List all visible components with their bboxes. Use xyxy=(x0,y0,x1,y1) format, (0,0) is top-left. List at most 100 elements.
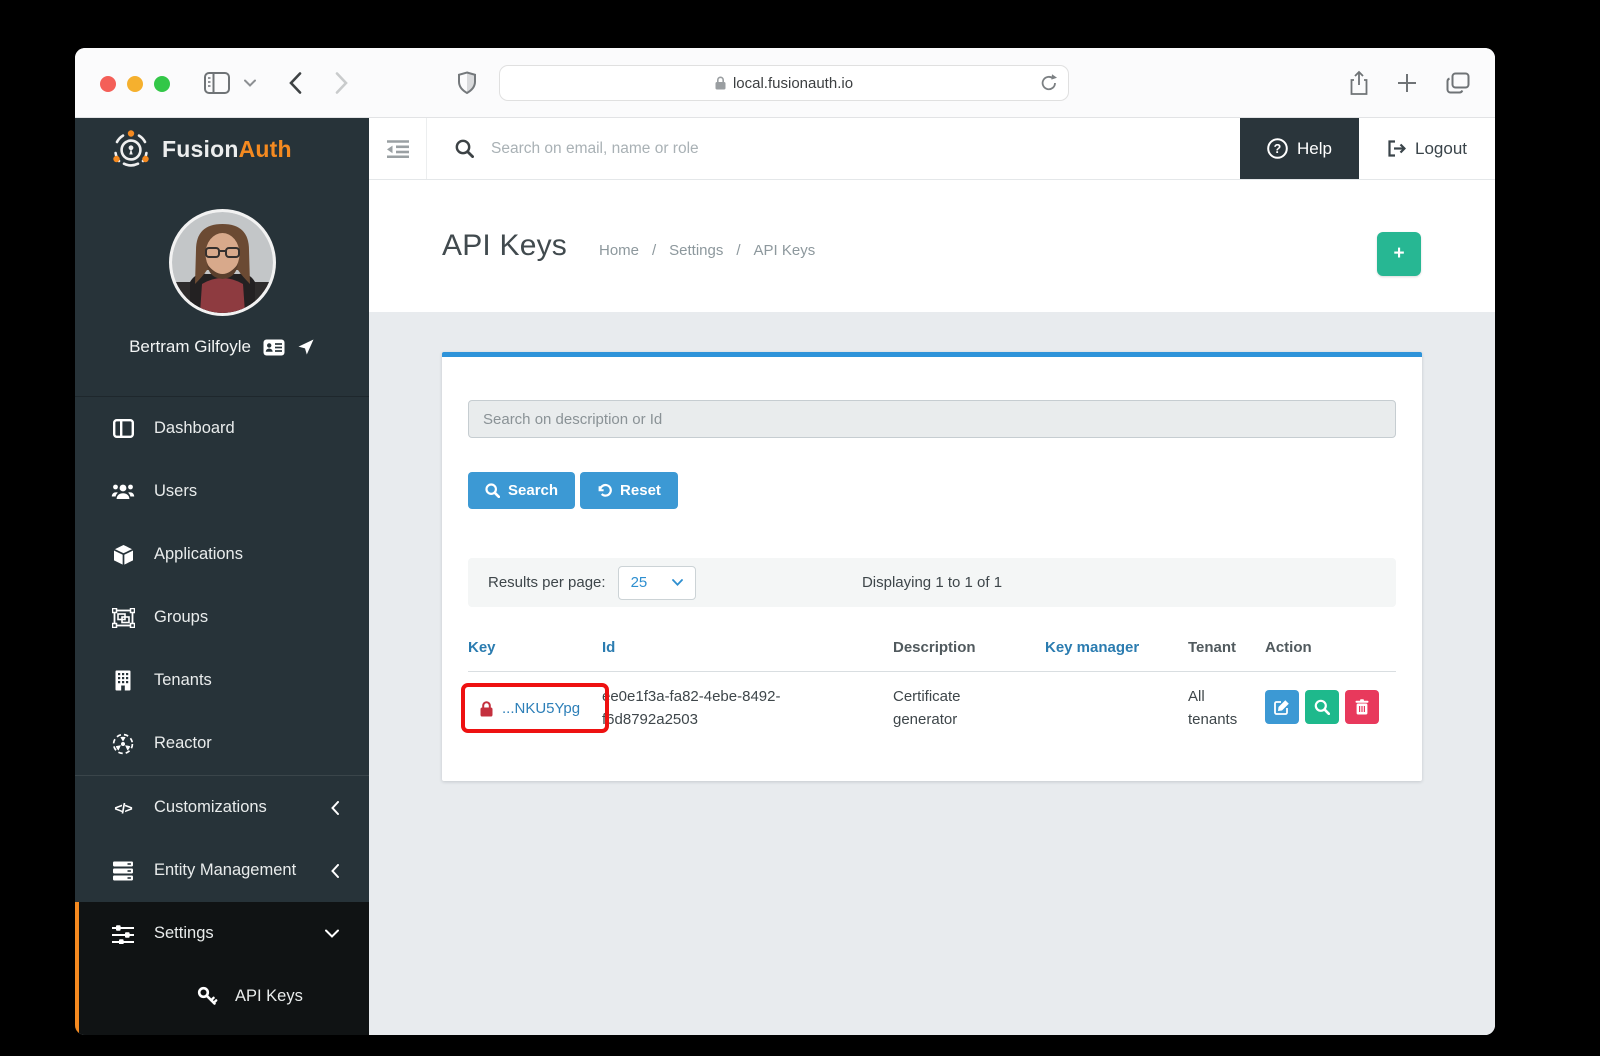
logout-button[interactable]: Logout xyxy=(1359,118,1495,179)
brand-name: FusionAuth xyxy=(162,136,292,163)
brand[interactable]: FusionAuth xyxy=(75,118,369,180)
page-header: API Keys Home / Settings / API Keys + xyxy=(369,180,1495,312)
search-button[interactable]: Search xyxy=(468,472,575,509)
back-button[interactable] xyxy=(281,48,309,118)
breadcrumb-settings[interactable]: Settings xyxy=(669,242,723,259)
chevron-down-icon[interactable] xyxy=(240,48,260,118)
sidebar-item-label: Users xyxy=(154,482,197,501)
menu-collapse-button[interactable] xyxy=(369,118,427,179)
sidebar-item-settings[interactable]: Settings xyxy=(79,902,369,965)
undo-icon xyxy=(597,483,612,498)
logout-label: Logout xyxy=(1415,139,1467,159)
global-search-input[interactable] xyxy=(491,140,1131,158)
results-per-page-select[interactable]: 25 xyxy=(618,566,696,600)
sidebar-item-label: Reactor xyxy=(154,734,212,753)
help-button[interactable]: ? Help xyxy=(1240,118,1359,179)
close-window-button[interactable] xyxy=(100,76,116,92)
address-bar[interactable]: local.fusionauth.io xyxy=(499,65,1069,101)
row-actions xyxy=(1265,685,1396,733)
add-api-key-button[interactable]: + xyxy=(1377,232,1421,276)
users-icon xyxy=(111,482,135,501)
results-per-page-label: Results per page: xyxy=(488,574,606,591)
sidebar-item-groups[interactable]: Groups xyxy=(75,586,369,649)
sidebar-toggle-icon[interactable] xyxy=(202,48,232,118)
sidebar-item-applications[interactable]: Applications xyxy=(75,523,369,586)
zoom-window-button[interactable] xyxy=(154,76,170,92)
api-key-masked-value: ...NKU5Ypg xyxy=(502,697,580,720)
api-key-tenant: All tenants xyxy=(1188,685,1265,733)
tab-overview-icon[interactable] xyxy=(1443,48,1473,118)
api-key-link[interactable]: ...NKU5Ypg xyxy=(468,685,602,733)
svg-text:?: ? xyxy=(1274,142,1282,156)
sidebar-item-customizations[interactable]: </> Customizations xyxy=(75,776,369,839)
cube-icon xyxy=(111,544,135,566)
sidebar-item-tenants[interactable]: Tenants xyxy=(75,649,369,712)
reload-icon[interactable] xyxy=(1040,73,1058,93)
sidebar-item-dashboard[interactable]: Dashboard xyxy=(75,397,369,460)
pencil-square-icon xyxy=(1274,699,1290,715)
page-title: API Keys xyxy=(442,229,567,263)
displaying-text: Displaying 1 to 1 of 1 xyxy=(862,574,1002,591)
brand-auth: Auth xyxy=(239,136,292,162)
search-icon xyxy=(485,483,500,498)
brand-fusion: Fusion xyxy=(162,136,239,162)
user-profile: Bertram Gilfoyle xyxy=(75,180,369,397)
api-key-search-input[interactable] xyxy=(468,400,1396,438)
results-bar: Results per page: 25 Displaying 1 to 1 o… xyxy=(468,558,1396,607)
minimize-window-button[interactable] xyxy=(127,76,143,92)
chevron-down-icon xyxy=(325,929,339,938)
server-icon xyxy=(111,861,135,881)
new-tab-icon[interactable] xyxy=(1393,48,1421,118)
api-keys-table: Key Id Description Key manager Tenant Ac… xyxy=(468,639,1396,733)
fusionauth-logo-icon xyxy=(111,129,151,169)
code-icon: </> xyxy=(111,800,135,816)
send-icon[interactable] xyxy=(297,338,315,356)
traffic-lights xyxy=(100,76,170,92)
sidebar-item-api-keys[interactable]: API Keys xyxy=(79,965,369,1028)
api-keys-panel: Search Reset Results per page: 25 xyxy=(442,352,1422,781)
column-action: Action xyxy=(1265,639,1396,656)
sidebar-item-label: Tenants xyxy=(154,671,212,690)
api-key-id: ee0e1f3a-fa82-4ebe-8492-f6d8792a2503 xyxy=(602,685,893,733)
url-text: local.fusionauth.io xyxy=(733,75,853,92)
browser-window: local.fusionauth.io xyxy=(75,48,1495,1035)
columns-icon xyxy=(111,419,135,438)
chevron-left-icon xyxy=(331,864,339,878)
sidebar: FusionAuth xyxy=(75,118,369,1035)
results-per-page-value: 25 xyxy=(631,574,648,591)
id-card-icon[interactable] xyxy=(263,339,285,356)
table-row: ...NKU5Ypg ee0e1f3a-fa82-4ebe-8492-f6d87… xyxy=(468,672,1396,733)
lock-icon xyxy=(480,701,493,717)
column-key-manager[interactable]: Key manager xyxy=(1045,639,1188,656)
building-icon xyxy=(111,670,135,691)
breadcrumb: Home / Settings / API Keys xyxy=(599,242,815,259)
question-circle-icon: ? xyxy=(1267,138,1288,159)
column-key[interactable]: Key xyxy=(468,639,602,656)
column-id[interactable]: Id xyxy=(602,639,893,656)
breadcrumb-api-keys: API Keys xyxy=(754,242,816,259)
sidebar-item-users[interactable]: Users xyxy=(75,460,369,523)
user-name: Bertram Gilfoyle xyxy=(129,337,251,357)
column-tenant: Tenant xyxy=(1188,639,1265,656)
chevron-down-icon xyxy=(672,579,683,586)
privacy-shield-icon[interactable] xyxy=(453,48,481,118)
view-button[interactable] xyxy=(1305,690,1339,724)
app-topbar: ? Help Logout xyxy=(369,118,1495,180)
sidebar-item-label: Customizations xyxy=(154,798,312,817)
breadcrumb-separator: / xyxy=(736,242,740,259)
edit-button[interactable] xyxy=(1265,690,1299,724)
share-icon[interactable] xyxy=(1345,48,1373,118)
delete-button[interactable] xyxy=(1345,690,1379,724)
sidebar-item-label: API Keys xyxy=(235,987,303,1006)
lock-icon xyxy=(715,76,726,90)
avatar[interactable] xyxy=(169,209,276,316)
search-button-label: Search xyxy=(508,482,558,499)
sidebar-item-reactor[interactable]: Reactor xyxy=(75,712,369,775)
sidebar-item-label: Entity Management xyxy=(154,861,312,880)
reset-button-label: Reset xyxy=(620,482,661,499)
breadcrumb-home[interactable]: Home xyxy=(599,242,639,259)
sidebar-item-entity-management[interactable]: Entity Management xyxy=(75,839,369,902)
forward-button[interactable] xyxy=(327,48,355,118)
breadcrumb-separator: / xyxy=(652,242,656,259)
reset-button[interactable]: Reset xyxy=(580,472,678,509)
